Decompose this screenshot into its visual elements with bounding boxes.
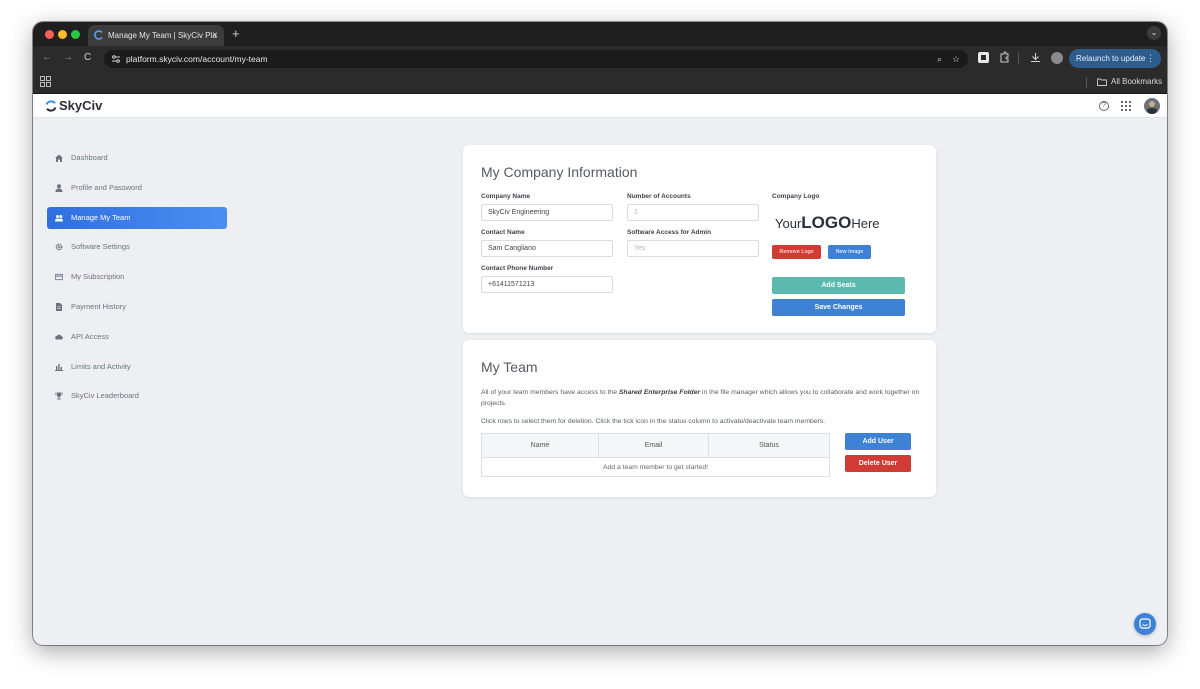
company-name-input[interactable]: SkyCiv Engineering (481, 204, 613, 221)
relaunch-button[interactable]: Relaunch to update ⋮ (1069, 49, 1161, 68)
add-user-button[interactable]: Add User (845, 433, 911, 450)
reload-icon[interactable]: C (84, 51, 91, 65)
avatar-icon (1147, 101, 1157, 114)
sidebar-item-api-access[interactable]: API Access (47, 326, 227, 348)
table-empty-message: Add a team member to get started! (602, 464, 709, 471)
navigation-bar: ← → C platform.skyciv.com/account/my-tea… (33, 46, 1167, 71)
delete-user-button[interactable]: Delete User (845, 455, 911, 472)
gear-icon (55, 243, 63, 251)
skyciv-favicon-icon (94, 30, 103, 40)
browser-tab[interactable]: Manage My Team | SkyCiv Pla × (88, 25, 224, 46)
phone-label: Contact Phone Number (481, 265, 554, 272)
user-avatar[interactable] (1144, 98, 1160, 114)
bookmark-star-icon[interactable]: ☆ (952, 54, 960, 64)
new-image-button[interactable]: New Image (828, 245, 871, 259)
site-settings-icon[interactable] (111, 54, 121, 64)
more-menu-icon[interactable]: ⋮ (1146, 49, 1155, 68)
apps-grid-icon[interactable] (40, 76, 51, 87)
toolbar-divider (1018, 53, 1019, 64)
user-icon (55, 183, 63, 192)
admin-access-input: Yes (627, 240, 759, 257)
extension-icon[interactable] (977, 51, 990, 64)
skyciv-logo-icon (45, 100, 57, 112)
sidebar-item-software-settings[interactable]: Software Settings (47, 236, 227, 258)
maximize-window-button[interactable] (71, 30, 80, 39)
my-team-card: My Team All of your team members have ac… (463, 340, 936, 497)
company-info-title: My Company Information (481, 164, 638, 180)
new-tab-button[interactable]: + (232, 24, 240, 44)
add-seats-button[interactable]: Add Seats (772, 277, 905, 294)
sidebar-item-leaderboard[interactable]: SkyCiv Leaderboard (47, 385, 227, 407)
address-bar[interactable]: platform.skyciv.com/account/my-team ⌕ ☆ (104, 50, 968, 68)
close-window-button[interactable] (45, 30, 54, 39)
users-icon (55, 214, 63, 222)
chat-support-button[interactable] (1134, 613, 1156, 635)
company-name-label: Company Name (481, 193, 531, 200)
bookmarks-bar: All Bookmarks (33, 71, 1167, 94)
back-arrow-icon[interactable]: ← (42, 51, 52, 65)
account-sidebar: Dashboard Profile and Password Manage My… (47, 147, 227, 415)
sidebar-item-dashboard[interactable]: Dashboard (47, 147, 227, 169)
chat-icon (1139, 618, 1151, 629)
download-icon[interactable] (1029, 51, 1042, 64)
all-bookmarks-button[interactable]: All Bookmarks (1097, 75, 1162, 89)
column-header-status[interactable]: Status (708, 434, 829, 458)
contact-name-input[interactable]: Sam Cangliano (481, 240, 613, 257)
trophy-icon (55, 392, 63, 400)
company-logo-placeholder: YourLOGOHere (775, 213, 880, 232)
tab-search-chevron-icon[interactable]: ⌄ (1147, 26, 1161, 40)
team-instructions: Click rows to select them for deletion. … (481, 418, 826, 425)
forward-arrow-icon[interactable]: → (63, 51, 73, 65)
sidebar-item-payment-history[interactable]: Payment History (47, 296, 227, 318)
company-logo-label: Company Logo (772, 193, 820, 200)
accounts-label: Number of Accounts (627, 193, 691, 200)
team-members-table: Name Email Status Add a team member to g… (481, 433, 830, 477)
sidebar-item-limits-activity[interactable]: Limits and Activity (47, 356, 227, 378)
sidebar-item-manage-team[interactable]: Manage My Team (47, 206, 227, 229)
folder-icon (1097, 78, 1107, 86)
document-icon (56, 302, 62, 311)
sidebar-item-profile[interactable]: Profile and Password (47, 177, 227, 199)
skyciv-logo[interactable]: SkyCiv (45, 97, 102, 115)
column-header-email[interactable]: Email (598, 434, 708, 458)
tab-title: Manage My Team | SkyCiv Pla (108, 31, 217, 40)
tab-close-icon[interactable]: × (212, 25, 218, 46)
phone-input[interactable]: +61411571213 (481, 276, 613, 293)
puzzle-extensions-icon[interactable] (998, 51, 1011, 64)
remove-logo-button[interactable]: Remove Logo (772, 245, 821, 259)
cloud-icon (55, 334, 63, 340)
help-icon[interactable]: ? (1099, 101, 1109, 111)
sidebar-item-subscription[interactable]: My Subscription (47, 266, 227, 288)
minimize-window-button[interactable] (58, 30, 67, 39)
contact-name-label: Contact Name (481, 229, 525, 236)
dashboard-icon (55, 154, 63, 162)
url-text: platform.skyciv.com/account/my-team (126, 54, 268, 64)
save-changes-button[interactable]: Save Changes (772, 299, 905, 316)
browser-window: Manage My Team | SkyCiv Pla × + ⌄ ← → C … (33, 22, 1167, 645)
bar-chart-icon (55, 363, 63, 371)
admin-access-label: Software Access for Admin (627, 229, 712, 236)
company-info-card: My Company Information Company Name SkyC… (463, 145, 936, 333)
bookmarks-divider (1086, 77, 1087, 88)
app-header: SkyCiv ? (33, 94, 1167, 118)
team-description: All of your team members have access to … (481, 389, 920, 407)
accounts-input: 1 (627, 204, 759, 221)
credit-card-icon (55, 274, 63, 281)
zoom-icon[interactable]: ⌕ (937, 54, 942, 64)
my-team-title: My Team (481, 359, 538, 375)
column-header-name[interactable]: Name (482, 434, 598, 458)
tab-bar: Manage My Team | SkyCiv Pla × + ⌄ (33, 22, 1167, 46)
profile-avatar-icon[interactable] (1051, 52, 1063, 64)
apps-menu-icon[interactable] (1121, 101, 1131, 111)
